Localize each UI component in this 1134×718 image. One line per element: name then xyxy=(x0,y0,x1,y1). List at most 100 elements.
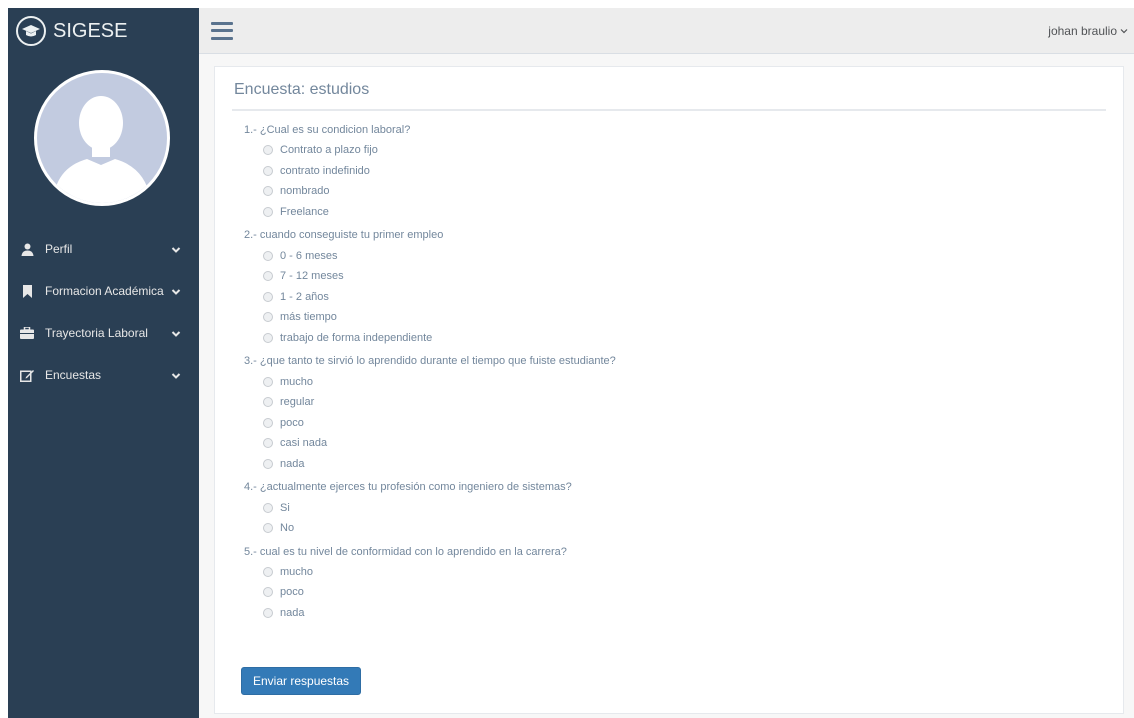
page-title: Encuesta: estudios xyxy=(232,77,1106,111)
radio-button[interactable] xyxy=(263,250,273,261)
radio-option[interactable]: poco xyxy=(232,582,1106,603)
survey-panel: Encuesta: estudios 1.- ¿Cual es su condi… xyxy=(214,66,1124,714)
question-text: 4.- ¿actualmente ejerces tu profesión co… xyxy=(244,481,572,494)
option-label: No xyxy=(280,522,295,535)
radio-button[interactable] xyxy=(263,271,273,282)
question-block: 2.- cuando conseguiste tu primer empleo … xyxy=(232,225,1106,348)
radio-option[interactable]: 1 - 2 años xyxy=(232,287,1106,308)
bookmark-icon xyxy=(20,284,34,298)
radio-option[interactable]: 0 - 6 meses xyxy=(232,245,1106,266)
chevron-down-icon xyxy=(171,328,181,338)
chevron-down-icon xyxy=(171,286,181,296)
radio-button[interactable] xyxy=(263,438,273,449)
sidebar-item-perfil[interactable]: Perfil xyxy=(8,228,199,270)
question-block: 5.- cual es tu nivel de conformidad con … xyxy=(232,542,1106,624)
user-menu[interactable]: johan braulio xyxy=(1048,24,1128,38)
option-label: poco xyxy=(280,586,304,599)
radio-option[interactable]: Si xyxy=(232,497,1106,518)
graduation-cap-icon xyxy=(16,16,46,46)
option-label: mucho xyxy=(280,565,314,578)
option-label: poco xyxy=(280,416,304,429)
sidebar-item-label: Encuestas xyxy=(45,368,102,382)
question-text: 1.- ¿Cual es su condicion laboral? xyxy=(244,124,411,136)
radio-button[interactable] xyxy=(263,587,273,598)
survey-form: 1.- ¿Cual es su condicion laboral? Contr… xyxy=(232,120,1106,623)
radio-option[interactable]: nada xyxy=(232,454,1106,475)
option-label: nada xyxy=(280,606,305,619)
radio-option[interactable]: poco xyxy=(232,413,1106,434)
radio-option[interactable]: Freelance xyxy=(232,202,1106,223)
sidebar-item-label: Formacion Académica xyxy=(45,284,164,298)
radio-button[interactable] xyxy=(263,165,273,176)
radio-button[interactable] xyxy=(263,186,273,197)
radio-button[interactable] xyxy=(263,502,273,513)
radio-option[interactable]: Contrato a plazo fijo xyxy=(232,140,1106,161)
sidebar-item-encuestas[interactable]: Encuestas xyxy=(8,354,199,396)
option-label: 0 - 6 meses xyxy=(280,249,338,262)
user-name: johan braulio xyxy=(1048,23,1117,38)
user-icon xyxy=(20,242,34,256)
question-block: 4.- ¿actualmente ejerces tu profesión co… xyxy=(232,477,1106,538)
radio-option[interactable]: casi nada xyxy=(232,433,1106,454)
question-text: 2.- cuando conseguiste tu primer empleo xyxy=(244,229,444,242)
radio-option[interactable]: regular xyxy=(232,392,1106,413)
radio-option[interactable]: trabajo de forma independiente xyxy=(232,328,1106,349)
radio-option[interactable]: mucho xyxy=(232,371,1106,392)
option-label: Contrato a plazo fijo xyxy=(280,144,378,157)
radio-button[interactable] xyxy=(263,523,273,534)
avatar xyxy=(34,70,170,206)
radio-option[interactable]: contrato indefinido xyxy=(232,161,1106,182)
app-frame: SIGESE Perfil Formacion Académica Trayec… xyxy=(8,8,1134,718)
radio-button[interactable] xyxy=(263,459,273,470)
radio-button[interactable] xyxy=(263,145,273,156)
sidebar-item-label: Trayectoria Laboral xyxy=(45,326,148,340)
radio-button[interactable] xyxy=(263,397,273,408)
app-name: SIGESE xyxy=(53,19,128,42)
sidebar-item-trayectoria[interactable]: Trayectoria Laboral xyxy=(8,312,199,354)
radio-option[interactable]: No xyxy=(232,518,1106,539)
option-label: 7 - 12 meses xyxy=(280,270,344,283)
radio-button[interactable] xyxy=(263,376,273,387)
radio-button[interactable] xyxy=(263,607,273,618)
option-label: Freelance xyxy=(280,206,329,219)
option-label: más tiempo xyxy=(280,311,337,324)
radio-button[interactable] xyxy=(263,291,273,302)
option-label: Si xyxy=(280,501,290,514)
briefcase-icon xyxy=(20,326,34,340)
menu-toggle-icon[interactable] xyxy=(211,21,233,40)
option-label: contrato indefinido xyxy=(280,164,370,177)
question-text: 5.- cual es tu nivel de conformidad con … xyxy=(244,545,567,558)
option-label: nombrado xyxy=(280,185,330,198)
option-label: 1 - 2 años xyxy=(280,290,329,303)
radio-button[interactable] xyxy=(263,312,273,323)
radio-option[interactable]: nombrado xyxy=(232,181,1106,202)
question-block: 1.- ¿Cual es su condicion laboral? Contr… xyxy=(232,120,1106,222)
sidebar-item-label: Perfil xyxy=(45,242,73,256)
sidebar: SIGESE Perfil Formacion Académica Trayec… xyxy=(8,8,199,718)
option-label: casi nada xyxy=(280,437,328,450)
option-label: mucho xyxy=(280,375,314,388)
chevron-down-icon xyxy=(1120,24,1128,38)
submit-button[interactable]: Enviar respuestas xyxy=(241,667,362,695)
edit-icon xyxy=(20,368,34,382)
top-nav: johan braulio xyxy=(199,8,1134,54)
option-label: nada xyxy=(280,458,305,471)
sidebar-nav: Perfil Formacion Académica Trayectoria L xyxy=(8,228,199,396)
radio-option[interactable]: 7 - 12 meses xyxy=(232,266,1106,287)
chevron-down-icon xyxy=(171,370,181,380)
radio-option[interactable]: nada xyxy=(232,603,1106,624)
main-content: johan braulio Encuesta: estudios 1.- ¿Cu… xyxy=(199,8,1134,718)
question-block: 3.- ¿que tanto te sirvió lo aprendido du… xyxy=(232,351,1106,474)
radio-button[interactable] xyxy=(263,417,273,428)
question-text: 3.- ¿que tanto te sirvió lo aprendido du… xyxy=(244,355,616,368)
option-label: trabajo de forma independiente xyxy=(280,332,433,345)
option-label: regular xyxy=(280,396,315,409)
brand[interactable]: SIGESE xyxy=(8,8,199,54)
radio-button[interactable] xyxy=(263,566,273,577)
sidebar-item-formacion[interactable]: Formacion Académica xyxy=(8,270,199,312)
chevron-down-icon xyxy=(171,244,181,254)
radio-button[interactable] xyxy=(263,207,273,218)
radio-option[interactable]: más tiempo xyxy=(232,307,1106,328)
radio-option[interactable]: mucho xyxy=(232,562,1106,583)
radio-button[interactable] xyxy=(263,333,273,344)
